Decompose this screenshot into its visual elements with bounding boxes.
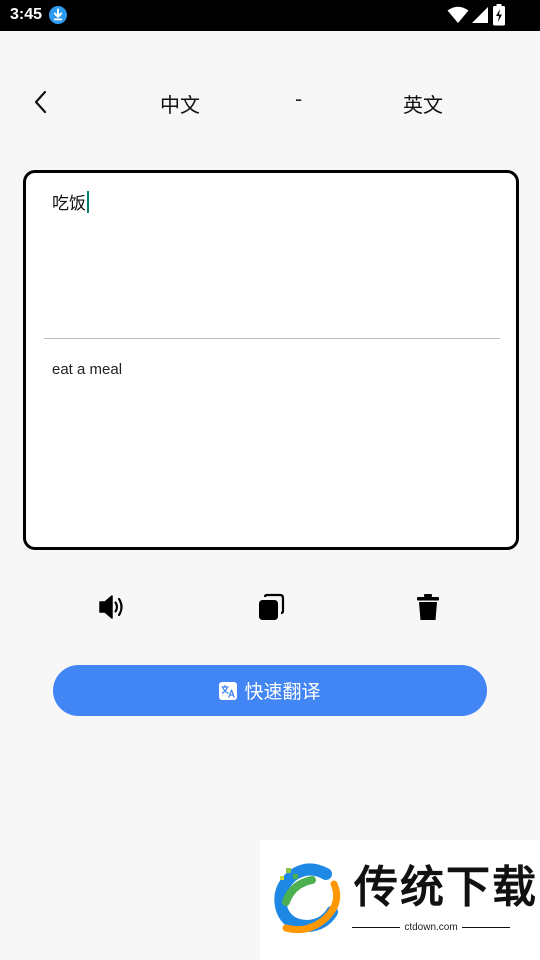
copy-button[interactable] — [256, 592, 286, 622]
wifi-icon — [447, 6, 469, 23]
delete-button[interactable] — [413, 592, 443, 622]
chevron-left-icon — [34, 90, 47, 114]
cellular-icon — [472, 7, 488, 23]
status-time: 3:45 — [10, 6, 43, 23]
status-bar: 3:45 — [0, 0, 540, 31]
text-caret — [87, 191, 89, 213]
translation-card: 吃饭 eat a meal — [23, 170, 519, 550]
speaker-icon — [99, 595, 123, 619]
top-bar: 中文 - 英文 — [0, 75, 540, 129]
language-separator: - — [295, 87, 303, 111]
copy-icon — [259, 593, 285, 620]
watermark-line-right — [461, 927, 511, 928]
source-language-selector[interactable]: 中文 — [160, 89, 200, 118]
speak-button[interactable] — [97, 592, 127, 622]
back-button[interactable] — [24, 85, 58, 119]
translation-result: eat a meal — [52, 361, 123, 378]
download-icon — [49, 6, 67, 24]
watermark-site: ctdown.com — [352, 922, 511, 933]
ctdown-logo-icon — [274, 863, 341, 934]
target-language-selector[interactable]: 英文 — [403, 89, 443, 118]
watermark-title: 传统下载 — [354, 862, 538, 913]
source-text-input[interactable]: 吃饭 — [52, 189, 492, 319]
quick-translate-button[interactable]: 快速翻译 — [53, 665, 487, 716]
translate-icon — [219, 681, 238, 700]
trash-icon — [417, 594, 439, 620]
watermark-line-left — [352, 927, 401, 928]
watermark-site-text: ctdown.com — [404, 922, 458, 933]
quick-translate-label: 快速翻译 — [244, 681, 321, 703]
watermark: 传统下载 ctdown.com — [260, 840, 540, 960]
divider — [44, 338, 500, 339]
battery-charging-icon — [493, 4, 505, 26]
source-text-value: 吃饭 — [52, 194, 86, 214]
